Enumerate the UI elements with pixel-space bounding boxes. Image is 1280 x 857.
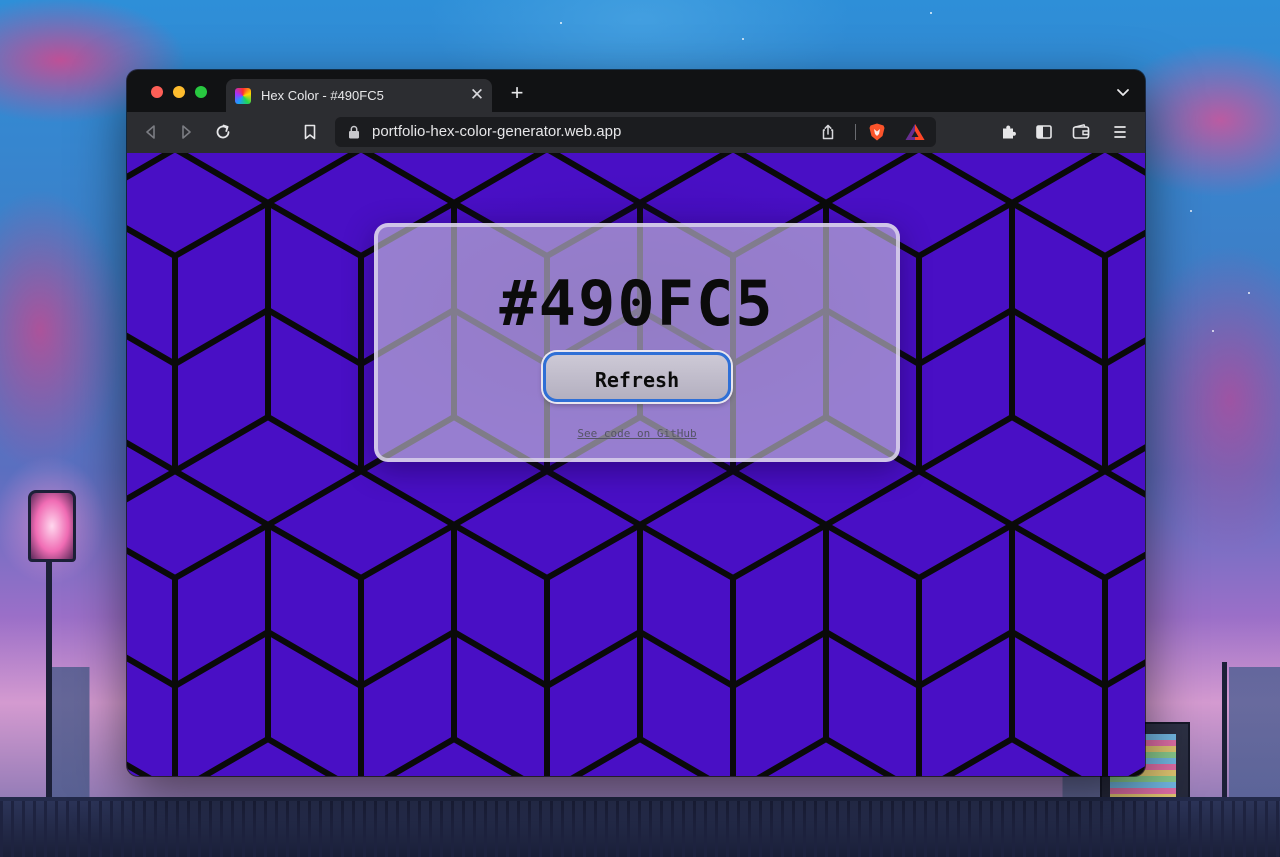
wallpaper-star <box>1190 210 1192 212</box>
tab-close-icon[interactable]: ✕ <box>468 86 486 104</box>
extensions-icon[interactable] <box>999 122 1019 142</box>
wallpaper-star <box>1212 330 1214 332</box>
address-divider <box>855 124 856 140</box>
brave-rewards-icon[interactable] <box>904 122 926 142</box>
address-bar[interactable]: portfolio-hex-color-generator.web.app <box>335 117 936 147</box>
url-text[interactable]: portfolio-hex-color-generator.web.app <box>372 123 621 140</box>
minimize-window-button[interactable] <box>173 86 185 98</box>
sidebar-icon[interactable] <box>1034 122 1054 142</box>
refresh-button[interactable]: Refresh <box>543 352 731 402</box>
wallpaper-star <box>1248 292 1250 294</box>
close-window-button[interactable] <box>151 86 163 98</box>
reload-icon[interactable] <box>213 122 233 142</box>
wallpaper-railing <box>0 797 1280 857</box>
back-icon[interactable] <box>141 122 161 142</box>
wallpaper-street-lamp <box>28 490 76 562</box>
page-viewport: #490FC5 Refresh See code on GitHub <box>127 153 1145 776</box>
bookmark-icon[interactable] <box>300 122 320 142</box>
tab-title: Hex Color - #490FC5 <box>261 88 384 103</box>
wallet-icon[interactable] <box>1071 122 1091 142</box>
forward-icon[interactable] <box>176 122 196 142</box>
github-link[interactable]: See code on GitHub <box>378 427 896 440</box>
browser-window: Hex Color - #490FC5 ✕ + portfolio-hex-co… <box>127 70 1145 776</box>
new-tab-button[interactable]: + <box>507 82 527 104</box>
share-icon[interactable] <box>819 123 837 141</box>
browser-toolbar: portfolio-hex-color-generator.web.app <box>127 112 1145 153</box>
wallpaper-star <box>930 12 932 14</box>
wallpaper-star <box>742 38 744 40</box>
color-card: #490FC5 Refresh See code on GitHub <box>374 223 900 462</box>
wallpaper-star <box>560 22 562 24</box>
lock-icon <box>349 125 359 139</box>
color-wheel-favicon-icon <box>235 88 251 104</box>
zoom-window-button[interactable] <box>195 86 207 98</box>
tab-list-chevron-down-icon[interactable] <box>1115 84 1131 100</box>
menu-icon[interactable] <box>1110 122 1130 142</box>
brave-shields-icon[interactable] <box>867 122 887 142</box>
tab-hex-color[interactable]: Hex Color - #490FC5 ✕ <box>226 79 492 112</box>
hex-code-title: #490FC5 <box>499 267 775 340</box>
tab-strip: Hex Color - #490FC5 ✕ + <box>127 70 1145 112</box>
